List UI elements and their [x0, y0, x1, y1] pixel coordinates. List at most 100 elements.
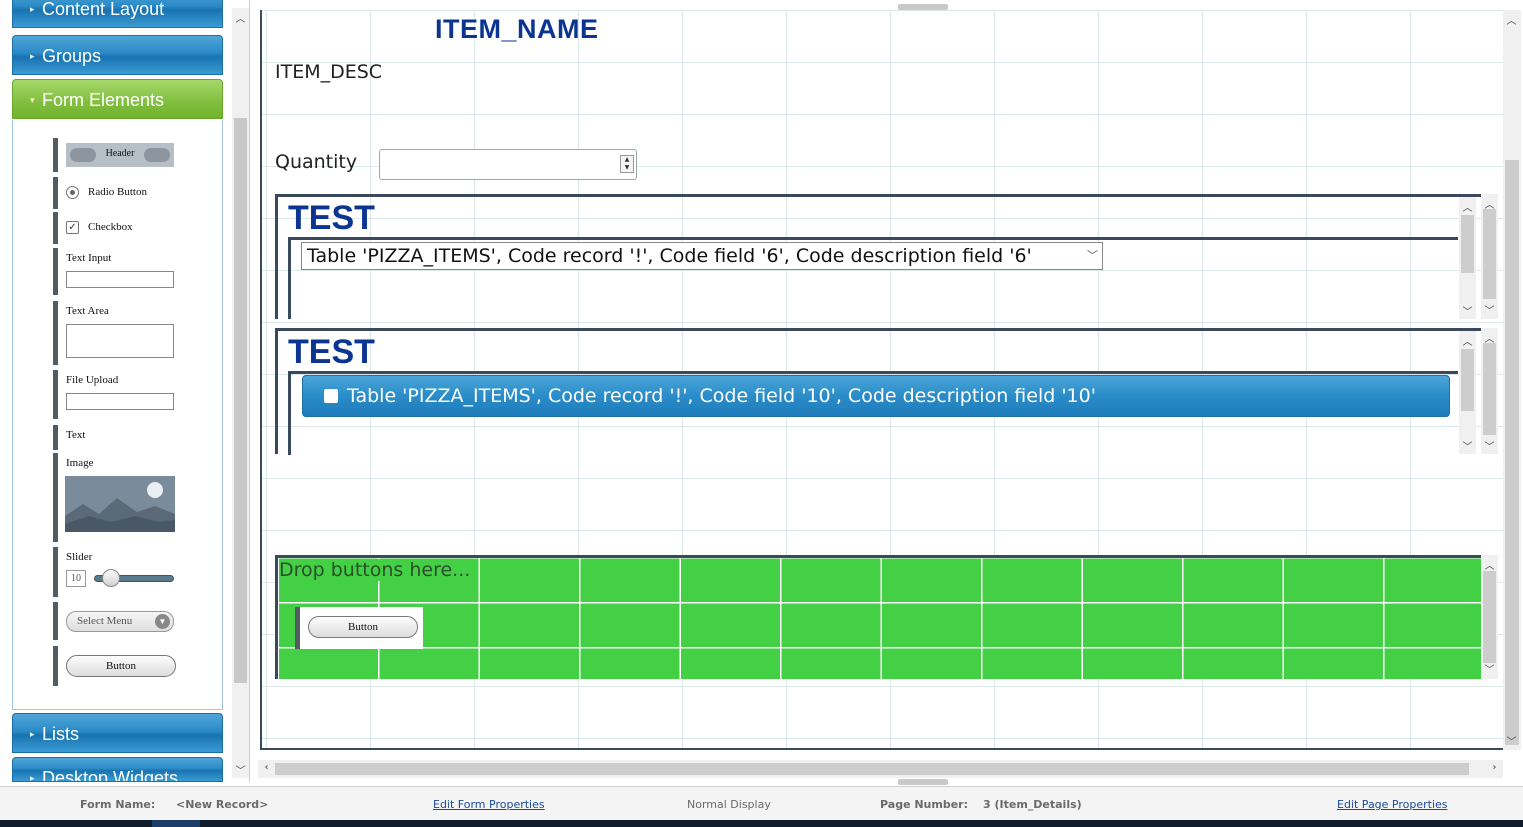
form-canvas: ITEM_NAME ITEM_DESC Quantity ▲ ▼ TEST Tab… [260, 10, 1505, 750]
scrollbar-thumb[interactable] [1505, 160, 1519, 745]
file-upload-preview [66, 393, 174, 410]
accordion-lists[interactable]: ▸ Lists [12, 713, 223, 753]
code-checkbox[interactable]: Table 'PIZZA_ITEMS', Code record '!', Co… [302, 375, 1450, 417]
scrollbar-thumb[interactable] [1461, 349, 1474, 411]
scroll-down-icon[interactable]: ﹀ [1459, 303, 1476, 318]
toolbox-item-button[interactable]: Button [53, 646, 176, 686]
toolbox-item-header[interactable]: Header [53, 138, 175, 172]
toolbox-panel: ▸ Content Layout ▸ Groups ▾ Form Element… [0, 0, 250, 782]
section-scrollbar[interactable]: ︿ ﹀ [1459, 197, 1476, 319]
image-label: Image [66, 457, 94, 469]
toolbox-item-slider[interactable]: Slider 10 [53, 547, 175, 597]
toolbox-item-text[interactable]: Text [53, 425, 175, 450]
scroll-left-icon[interactable]: ‹ [258, 762, 275, 773]
select-menu-label: Select Menu [77, 615, 133, 627]
accordion-groups[interactable]: ▸ Groups [12, 35, 223, 75]
accordion-label: Desktop Widgets [42, 768, 179, 782]
scrollbar-thumb[interactable] [1461, 215, 1474, 273]
canvas-vertical-scrollbar[interactable]: ︿ ﹀ [1503, 10, 1521, 750]
toolbox-scrollbar[interactable]: ︿ ﹀ [232, 8, 249, 778]
accordion-label: Lists [42, 724, 80, 744]
scroll-up-icon[interactable]: ︿ [1481, 557, 1498, 572]
toolbox-item-text-input[interactable]: Text Input [53, 248, 175, 295]
form-designer-window: ▸ Content Layout ▸ Groups ▾ Form Element… [0, 0, 1523, 827]
status-bar: Form Name: <New Record> Edit Form Proper… [0, 786, 1523, 820]
scrollbar-thumb[interactable] [275, 763, 1469, 775]
scrollbar-thumb[interactable] [234, 118, 247, 683]
scroll-right-icon[interactable]: › [1486, 762, 1503, 773]
form-elements-list: Header Radio Button ✓ Checkbox Text Inpu… [12, 120, 223, 710]
page-number-value: 3 (Item_Details) [983, 798, 1082, 811]
accordion-form-elements[interactable]: ▾ Form Elements [12, 79, 223, 119]
accordion-label: Form Elements [42, 90, 165, 110]
dropped-button-holder[interactable]: Button [295, 607, 423, 649]
code-select[interactable]: Table 'PIZZA_ITEMS', Code record '!', Co… [301, 242, 1103, 270]
item-desc-field[interactable]: ITEM_DESC [275, 61, 382, 83]
scrollbar-thumb[interactable] [1483, 571, 1496, 663]
section-test-1: TEST Table 'PIZZA_ITEMS', Code record '!… [275, 194, 1481, 319]
toolbox-item-radio[interactable]: Radio Button [53, 177, 175, 209]
scrollbar-thumb[interactable] [1483, 209, 1496, 299]
header-label: Header [105, 148, 135, 159]
slider-handle [102, 569, 120, 587]
drop-zone-label: Drop buttons here... [279, 559, 475, 581]
checkbox-label: Checkbox [88, 221, 133, 233]
text-area-preview [66, 324, 174, 358]
spinner-icon[interactable]: ▲ ▼ [620, 155, 634, 173]
caret-right-icon: ▸ [30, 773, 35, 782]
dropped-button[interactable]: Button [308, 616, 418, 638]
section-test-2: TEST Table 'PIZZA_ITEMS', Code record '!… [275, 328, 1481, 455]
button-drop-zone[interactable]: Drop buttons here... Button [275, 555, 1481, 679]
section-outer-scrollbar[interactable]: ︿ ﹀ [1481, 328, 1498, 454]
checkbox-label: Table 'PIZZA_ITEMS', Code record '!', Co… [347, 385, 1096, 407]
form-name-value: <New Record> [176, 798, 269, 811]
scroll-up-icon[interactable]: ︿ [1459, 333, 1476, 348]
splitter-handle-bottom[interactable] [898, 779, 948, 785]
toolbox-item-text-area[interactable]: Text Area [53, 301, 175, 365]
text-input-label: Text Input [66, 252, 112, 264]
item-name-field[interactable]: ITEM_NAME [435, 14, 599, 45]
chevron-down-icon: ﹀ [1087, 249, 1098, 262]
caret-right-icon: ▸ [30, 4, 35, 14]
section-outer-scrollbar[interactable]: ︿ ﹀ [1481, 194, 1498, 319]
accordion-label: Groups [42, 46, 102, 66]
display-mode: Normal Display [687, 798, 771, 811]
slider-label: Slider [66, 551, 93, 563]
toolbox-item-file-upload[interactable]: File Upload [53, 370, 175, 419]
text-area-label: Text Area [66, 305, 109, 317]
toolbox-item-image[interactable]: Image [53, 453, 175, 542]
edit-form-properties-link[interactable]: Edit Form Properties [433, 798, 545, 811]
landscape-image-icon [65, 476, 175, 532]
select-value: Table 'PIZZA_ITEMS', Code record '!', Co… [307, 245, 1032, 267]
toolbox-item-checkbox[interactable]: ✓ Checkbox [53, 212, 175, 244]
scroll-up-icon[interactable]: ︿ [1503, 12, 1520, 27]
text-input-preview [66, 271, 174, 288]
radio-label: Radio Button [88, 186, 147, 198]
quantity-label: Quantity [275, 151, 358, 173]
scroll-down-icon[interactable]: ﹀ [1459, 438, 1476, 453]
button-preview: Button [66, 655, 176, 677]
drop-zone-scrollbar[interactable]: ︿ ﹀ [1481, 555, 1498, 679]
quantity-input[interactable]: ▲ ▼ [379, 149, 637, 180]
file-upload-label: File Upload [66, 374, 119, 386]
canvas-horizontal-scrollbar[interactable]: ‹ › [258, 760, 1503, 778]
scroll-down-icon[interactable]: ﹀ [232, 762, 249, 777]
select-menu-preview: Select Menu ▼ [66, 611, 174, 632]
accordion-desktop-widgets[interactable]: ▸ Desktop Widgets [12, 757, 223, 782]
accordion-content-layout[interactable]: ▸ Content Layout [12, 0, 223, 28]
scroll-down-icon[interactable]: ﹀ [1503, 733, 1520, 748]
scroll-up-icon[interactable]: ︿ [1459, 199, 1476, 214]
scroll-up-icon[interactable]: ︿ [232, 10, 249, 25]
scroll-down-icon[interactable]: ﹀ [1481, 302, 1498, 317]
scrollbar-thumb[interactable] [1483, 343, 1496, 435]
toolbox-item-select-menu[interactable]: Select Menu ▼ [53, 602, 175, 640]
scroll-down-icon[interactable]: ﹀ [1481, 661, 1498, 676]
section-title: TEST [288, 333, 375, 371]
caret-right-icon: ▸ [30, 729, 35, 739]
checkbox-icon[interactable] [324, 389, 338, 403]
scroll-down-icon[interactable]: ﹀ [1481, 438, 1498, 453]
section-scrollbar[interactable]: ︿ ﹀ [1459, 331, 1476, 454]
chevron-down-icon: ▼ [155, 614, 170, 629]
edit-page-properties-link[interactable]: Edit Page Properties [1337, 798, 1448, 811]
page-number-label: Page Number: [880, 798, 969, 811]
